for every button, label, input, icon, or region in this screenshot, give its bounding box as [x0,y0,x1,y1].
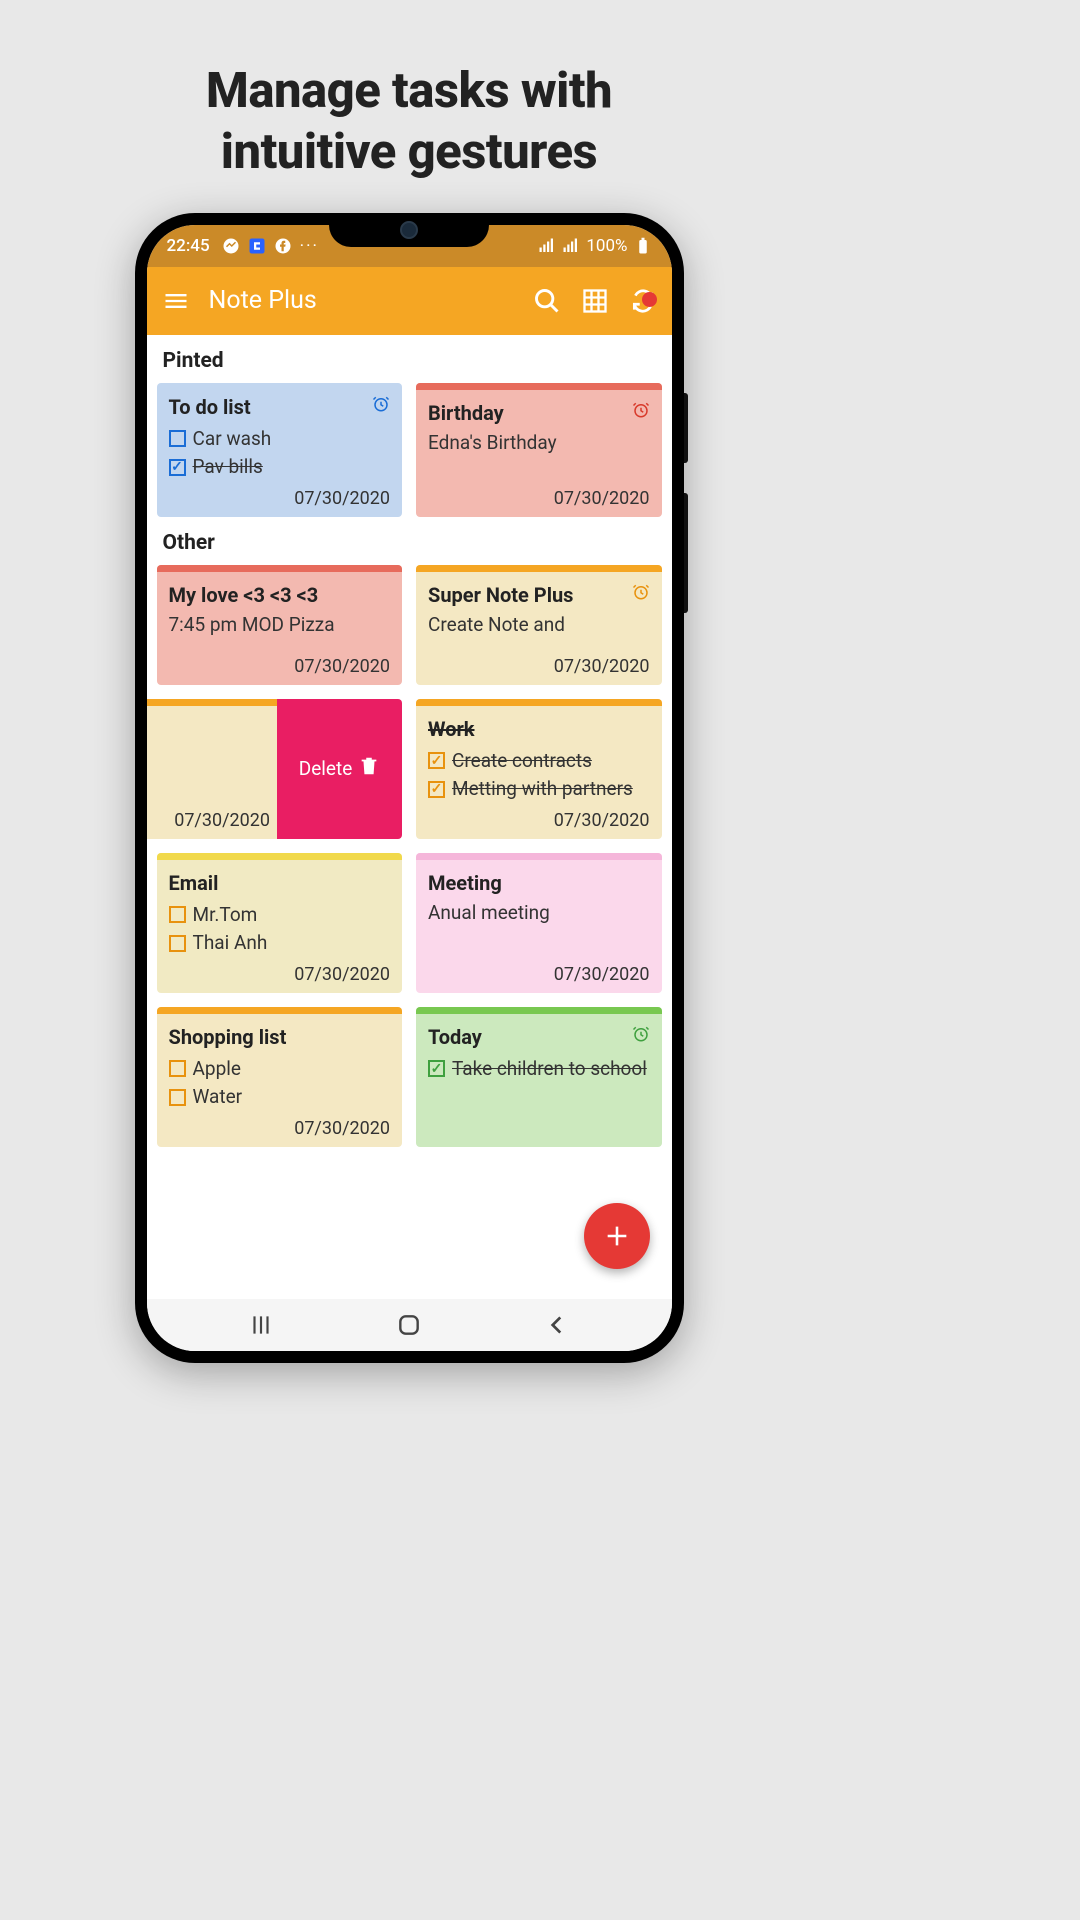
status-time: 22:45 [167,236,210,256]
note-body: Create Note and [428,613,650,650]
home-button[interactable] [396,1312,422,1338]
note-date: 07/30/2020 [428,964,650,985]
checkbox-checked-icon[interactable] [428,752,445,769]
battery-pct: 100% [586,236,627,256]
task-text: Create contracts [452,747,592,776]
signal1-icon [538,237,556,255]
alarm-icon [372,395,390,413]
battery-icon [634,237,652,255]
note-body: Anual meeting [428,901,650,958]
promo-headline: Manage tasks with intuitive gestures [0,0,818,213]
checkbox-icon[interactable] [169,935,186,952]
note-body: Edna's Birthday [428,431,650,482]
note-card-swiped[interactable]: 07/30/2020 Delete [157,699,403,839]
task-text: Metting with partners [452,775,633,804]
note-date: 07/30/2020 [169,656,391,677]
phone-frame: 22:45 ··· 100% [135,213,684,1363]
task-text: Water [193,1083,243,1112]
task-text: Mr.Tom [193,901,258,930]
app-bar: Note Plus [147,267,672,335]
trash-icon [358,755,380,782]
note-card-todo[interactable]: To do list Car wash Pav bills 07/30/2020 [157,383,403,517]
menu-button[interactable] [161,286,191,316]
grid-view-button[interactable] [580,286,610,316]
note-title: My love <3 <3 <3 [169,583,319,607]
note-date: 07/30/2020 [169,488,391,509]
messenger-icon [222,237,240,255]
note-title: Work [428,717,475,741]
note-title: Shopping list [169,1025,287,1049]
notes-content[interactable]: Pinted To do list Car wash Pav bills 07/… [147,335,672,1299]
promo-line1: Manage tasks with [20,60,798,121]
search-button[interactable] [532,286,562,316]
phone-notch [329,213,489,247]
note-title: Super Note Plus [428,583,573,607]
swipe-delete-button[interactable]: Delete [277,699,402,839]
back-button[interactable] [544,1312,570,1338]
more-notif-icon: ··· [300,236,319,256]
checkbox-checked-icon[interactable] [428,1060,445,1077]
note-body: 7:45 pm MOD Pizza [169,613,391,650]
task-text: Thai Anh [193,929,268,958]
section-other-title: Other [155,517,664,565]
screen: 22:45 ··· 100% [147,225,672,1351]
note-card-supernote[interactable]: Super Note Plus Create Note and 07/30/20… [416,565,662,685]
note-date: 07/30/2020 [169,1118,391,1139]
section-pinned-title: Pinted [155,335,664,383]
note-card-mylove[interactable]: My love <3 <3 <3 7:45 pm MOD Pizza 07/30… [157,565,403,685]
note-card-work[interactable]: Work Create contracts Metting with partn… [416,699,662,839]
sync-badge-icon [642,292,657,307]
checkbox-icon[interactable] [169,1060,186,1077]
task-text: Apple [193,1055,241,1084]
note-title: To do list [169,395,251,419]
checkbox-icon[interactable] [169,430,186,447]
note-card-shopping[interactable]: Shopping list Apple Water 07/30/2020 [157,1007,403,1147]
note-title: Email [169,871,219,895]
note-title: Today [428,1025,482,1049]
checkbox-checked-icon[interactable] [428,781,445,798]
recents-button[interactable] [248,1312,274,1338]
facebook-icon [274,237,292,255]
note-card-birthday[interactable]: Birthday Edna's Birthday 07/30/2020 [416,383,662,517]
checkbox-checked-icon[interactable] [169,459,186,476]
note-card-meeting[interactable]: Meeting Anual meeting 07/30/2020 [416,853,662,993]
checkbox-icon[interactable] [169,906,186,923]
android-nav-bar [147,1299,672,1351]
delete-label: Delete [299,757,353,780]
task-text: Car wash [193,425,272,454]
task-text: Take children to school [452,1055,647,1084]
note-date: 07/30/2020 [428,488,650,509]
note-date: 07/30/2020 [169,964,391,985]
note-date: 07/30/2020 [428,810,650,831]
note-date: 07/30/2020 [428,656,650,677]
note-card-today[interactable]: Today Take children to school [416,1007,662,1147]
note-title: Meeting [428,871,502,895]
note-date: 07/30/2020 [147,810,271,831]
promo-line2: intuitive gestures [20,121,798,182]
alarm-icon [632,583,650,601]
app-title: Note Plus [209,286,514,315]
task-text: Pav bills [193,453,263,482]
add-note-fab[interactable] [584,1203,650,1269]
alarm-icon [632,401,650,419]
checkbox-icon[interactable] [169,1089,186,1106]
signal2-icon [562,237,580,255]
note-card-email[interactable]: Email Mr.Tom Thai Anh 07/30/2020 [157,853,403,993]
app-notif-icon [248,237,266,255]
sync-button[interactable] [628,286,658,316]
note-title: Birthday [428,401,504,425]
alarm-icon [632,1025,650,1043]
